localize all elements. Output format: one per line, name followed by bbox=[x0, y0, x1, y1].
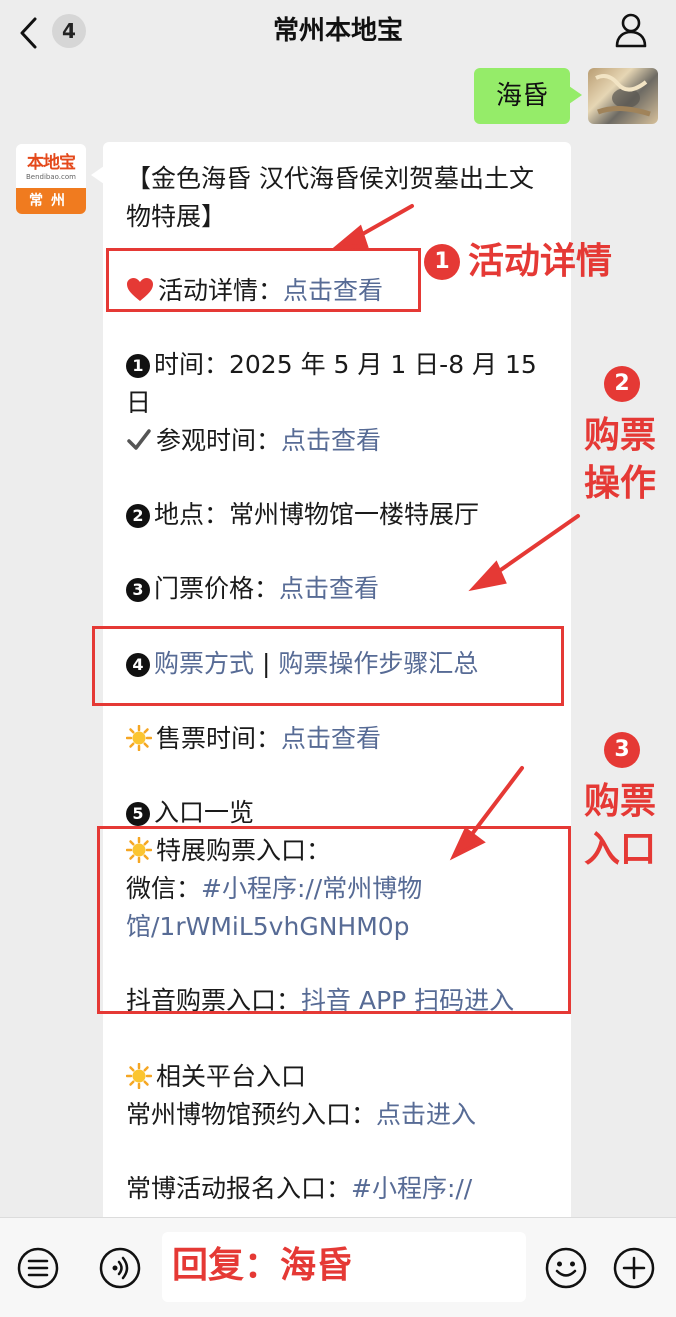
avatar-city: 常州 bbox=[16, 188, 86, 214]
annotation-label-buy-1: 购票 bbox=[584, 415, 657, 456]
price-label: 门票价格： bbox=[154, 574, 280, 603]
outgoing-message-bubble[interactable]: 海昏 bbox=[474, 68, 582, 124]
more-button[interactable] bbox=[612, 1246, 656, 1290]
annotation-box-buy bbox=[92, 626, 564, 706]
message-input[interactable]: 回复：海昏 bbox=[162, 1232, 526, 1302]
avatar-site: Bendibao.com bbox=[25, 173, 76, 181]
price-row: 3 门票价格：点击查看 bbox=[126, 570, 379, 608]
visit-link[interactable]: 点击查看 bbox=[281, 426, 381, 455]
sale-row: 售票时间：点击查看 bbox=[126, 720, 381, 758]
platform-row: 相关平台入口 bbox=[126, 1058, 306, 1096]
annotation-label-entry-1: 购票 bbox=[584, 781, 657, 822]
message-input-toolbar: 回复：海昏 bbox=[0, 1217, 676, 1317]
museum-row: 常州博物馆预约入口：点击进入 bbox=[126, 1096, 476, 1134]
place-label: 地点：常州博物馆一楼特展厅 bbox=[154, 500, 480, 529]
time-continuation: 日 bbox=[126, 388, 152, 417]
annotation-number-3: 3 bbox=[604, 732, 640, 768]
profile-button[interactable] bbox=[614, 12, 648, 48]
emoji-button[interactable] bbox=[544, 1246, 588, 1290]
article-title-line2: 物特展】 bbox=[126, 202, 227, 231]
activity-label: 常博活动报名入口： bbox=[126, 1174, 352, 1203]
avatar-logo: 本地宝 bbox=[27, 153, 76, 173]
annotation-box-detail bbox=[106, 248, 421, 312]
bullet-3-icon: 3 bbox=[126, 578, 150, 602]
sun-icon bbox=[126, 725, 152, 751]
voice-button[interactable] bbox=[98, 1246, 142, 1290]
plus-icon bbox=[613, 1247, 655, 1289]
time-row: 1 时间：2025 年 5 月 1 日-8 月 15 bbox=[126, 346, 537, 384]
chat-header: 4 常州本地宝 bbox=[0, 0, 676, 62]
bullet-5-icon: 5 bbox=[126, 802, 150, 826]
annotation-number-1: 1 bbox=[424, 244, 460, 280]
official-account-avatar[interactable]: 本地宝 Bendibao.com 常州 bbox=[16, 144, 86, 214]
annotation-label-detail: 活动详情 bbox=[468, 241, 613, 282]
activity-row: 常博活动报名入口：#小程序:// bbox=[126, 1170, 472, 1208]
place-row: 2 地点：常州博物馆一楼特展厅 bbox=[126, 496, 479, 534]
museum-label: 常州博物馆预约入口： bbox=[126, 1100, 377, 1129]
annotation-label-entry-2: 入口 bbox=[584, 829, 657, 870]
platform-label: 相关平台入口 bbox=[156, 1062, 307, 1091]
person-icon bbox=[615, 13, 647, 48]
voice-icon bbox=[99, 1247, 141, 1289]
annotation-number-2: 2 bbox=[604, 366, 640, 402]
avatar-logo-area: 本地宝 Bendibao.com bbox=[16, 144, 86, 188]
bullet-2-icon: 2 bbox=[126, 504, 150, 528]
annotation-label-buy-2: 操作 bbox=[584, 463, 657, 504]
entry-label: 入口一览 bbox=[154, 798, 255, 827]
sale-link[interactable]: 点击查看 bbox=[281, 724, 381, 753]
time-label: 时间：2025 年 5 月 1 日-8 月 15 bbox=[154, 350, 537, 379]
user-avatar[interactable] bbox=[588, 68, 658, 124]
article-title-line1: 【金色海昏 汉代海昏侯刘贺墓出土文 bbox=[126, 164, 534, 193]
bullet-1-icon: 1 bbox=[126, 354, 150, 378]
annotation-box-entry bbox=[97, 826, 571, 1014]
activity-link[interactable]: #小程序:// bbox=[351, 1174, 472, 1203]
sale-label: 售票时间： bbox=[156, 724, 282, 753]
avatar-image-icon bbox=[595, 74, 651, 117]
checkmark-icon bbox=[127, 429, 151, 450]
sun-icon bbox=[126, 1063, 152, 1089]
emoji-icon bbox=[545, 1247, 587, 1289]
reply-hint-text: 回复：海昏 bbox=[172, 1245, 353, 1286]
visit-row: 参观时间：点击查看 bbox=[126, 422, 381, 460]
price-link[interactable]: 点击查看 bbox=[279, 574, 379, 603]
visit-label: 参观时间： bbox=[156, 426, 282, 455]
chat-title: 常州本地宝 bbox=[272, 16, 403, 46]
menu-button[interactable] bbox=[16, 1246, 60, 1290]
list-menu-icon bbox=[17, 1247, 59, 1289]
museum-link[interactable]: 点击进入 bbox=[376, 1100, 476, 1129]
